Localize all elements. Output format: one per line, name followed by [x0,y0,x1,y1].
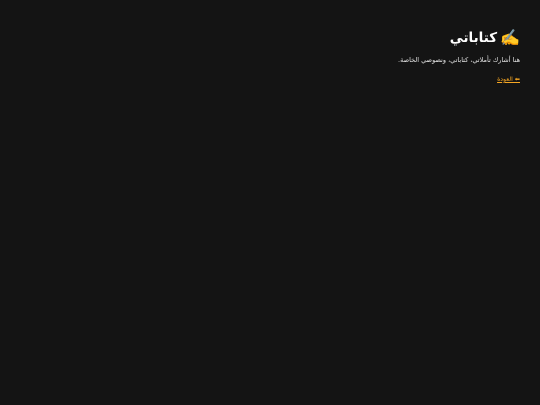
back-link[interactable]: ⬅ العودة [497,75,520,85]
main-content: ✍️ كتاباتي هنا أشارك تأملاتي، كتاباتي، و… [160,26,520,85]
page-header: ✍️ كتاباتي [160,26,520,50]
page-description: هنا أشارك تأملاتي، كتاباتي، ونصوصي الخاص… [398,56,520,64]
writing-hand-icon: ✍️ [500,28,520,47]
page-title: كتاباتي [449,30,498,46]
page: ✍️ كتاباتي هنا أشارك تأملاتي، كتاباتي، و… [0,0,540,405]
